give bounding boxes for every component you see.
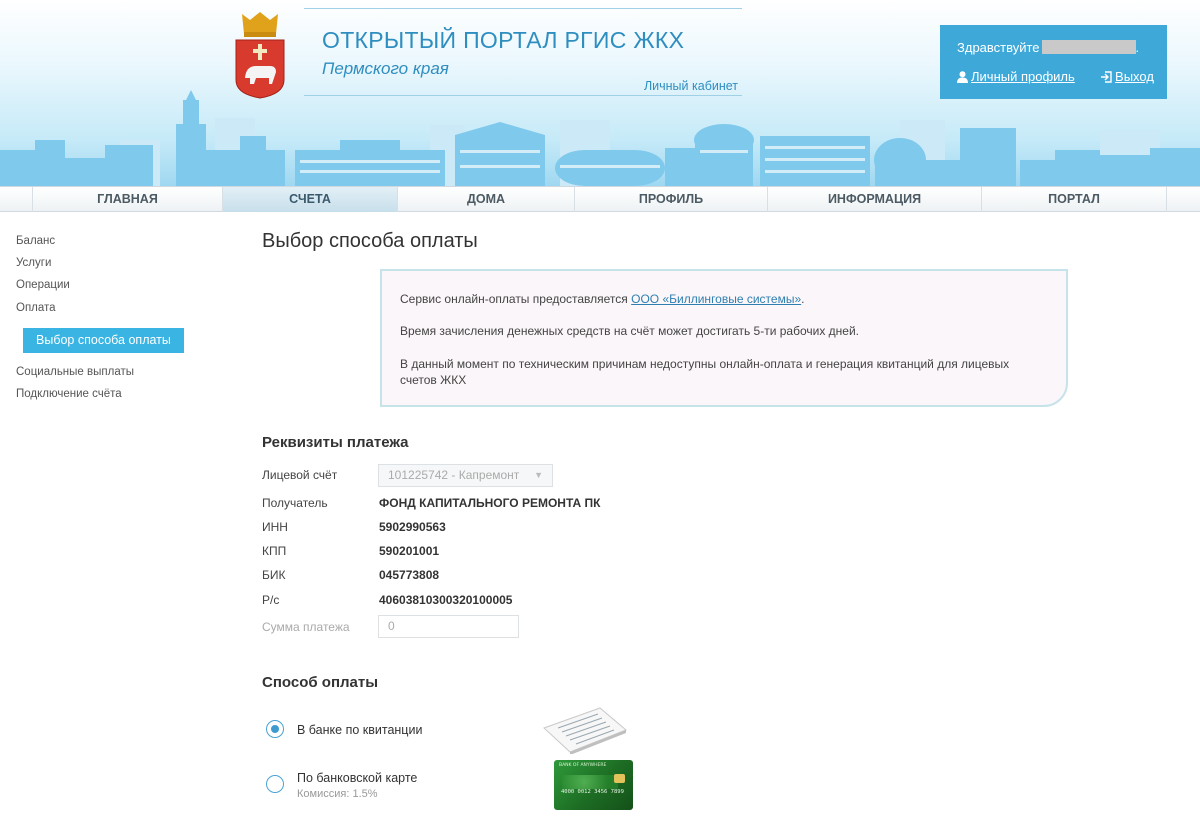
card-number: 4000 0012 3456 7899 — [561, 789, 624, 795]
payment-method-heading: Способ оплаты — [262, 674, 379, 691]
sidebar-item-services[interactable]: Услуги — [16, 257, 51, 269]
perm-coat-of-arms-logo — [235, 12, 285, 99]
rs-value: 40603810300320100005 — [379, 593, 513, 607]
recipient-label: Получатель — [262, 496, 328, 510]
account-select-value: 101225742 - Капремонт — [388, 468, 520, 482]
receipt-image — [543, 707, 627, 754]
amount-label: Сумма платежа — [262, 620, 350, 634]
nav-profile[interactable]: ПРОФИЛЬ — [574, 187, 767, 212]
notice-box: Сервис онлайн-оплаты предоставляется ООО… — [380, 269, 1068, 407]
kpp-label: КПП — [262, 544, 287, 558]
pay-by-receipt-label[interactable]: В банке по квитанции — [297, 723, 422, 737]
user-panel: Здравствуйте. Личный профиль Выход — [940, 25, 1167, 99]
nav-information[interactable]: ИНФОРМАЦИЯ — [767, 187, 981, 212]
rs-label: Р/с — [262, 593, 280, 607]
greeting-text: Здравствуйте — [957, 40, 1040, 55]
nav-home[interactable]: ГЛАВНАЯ — [32, 187, 222, 212]
main-navigation: ГЛАВНАЯ СЧЕТА ДОМА ПРОФИЛЬ ИНФОРМАЦИЯ ПО… — [0, 186, 1200, 212]
inn-value: 5902990563 — [379, 520, 446, 534]
kpp-value: 590201001 — [379, 544, 440, 558]
sidebar-item-payment-method[interactable]: Выбор способа оплаты — [23, 328, 184, 353]
notice-line-unavailable: В данный момент по техническим причинам … — [400, 357, 1010, 387]
user-icon — [957, 71, 968, 86]
card-map-graphic — [562, 775, 618, 789]
nav-accounts[interactable]: СЧЕТА — [222, 187, 397, 212]
logout-link[interactable]: Выход — [1115, 69, 1154, 84]
logout-icon — [1100, 71, 1112, 86]
portal-title: ОТКРЫТЫЙ ПОРТАЛ РГИС ЖКХ — [322, 27, 685, 53]
notice-text: Сервис онлайн-оплаты предоставляется — [400, 292, 632, 306]
sidebar-item-social-payments[interactable]: Социальные выплаты — [16, 366, 134, 378]
billing-systems-link[interactable]: ООО «Биллинговые системы» — [631, 292, 801, 306]
chevron-down-icon: ▼ — [534, 470, 543, 480]
payment-details-heading: Реквизиты платежа — [262, 434, 409, 451]
amount-input[interactable]: 0 — [378, 615, 519, 638]
account-select[interactable]: 101225742 - Капремонт ▼ — [378, 464, 553, 487]
card-chip-icon — [614, 774, 625, 783]
profile-link[interactable]: Личный профиль — [971, 69, 1075, 84]
portal-subtitle: Пермского края — [322, 59, 449, 78]
card-commission-text: Комиссия: 1.5% — [297, 788, 378, 800]
sidebar-item-connect-account[interactable]: Подключение счёта — [16, 388, 122, 400]
user-links: Личный профиль Выход — [957, 69, 1154, 86]
notice-line-provider: Сервис онлайн-оплаты предоставляется ООО… — [400, 291, 1040, 307]
radio-selected-dot — [271, 725, 279, 733]
personal-cabinet-link[interactable]: Личный кабинет — [644, 79, 738, 93]
nav-houses[interactable]: ДОМА — [397, 187, 574, 212]
sidebar-item-operations[interactable]: Операции — [16, 279, 70, 291]
pay-by-card-radio[interactable] — [266, 775, 284, 793]
sidebar-item-balance[interactable]: Баланс — [16, 235, 55, 247]
card-bank-name: BANK OF ANYWHERE — [559, 763, 607, 768]
recipient-value: ФОНД КАПИТАЛЬНОГО РЕМОНТА ПК — [379, 496, 601, 510]
inn-label: ИНН — [262, 520, 288, 534]
notice-line-timing: Время зачисления денежных средств на счё… — [400, 324, 860, 338]
greeting-suffix: . — [1135, 40, 1140, 55]
site-header: ОТКРЫТЫЙ ПОРТАЛ РГИС ЖКХ Пермского края … — [0, 0, 1200, 186]
pay-by-receipt-radio[interactable] — [266, 720, 284, 738]
portal-title-block: ОТКРЫТЫЙ ПОРТАЛ РГИС ЖКХ Пермского края … — [304, 8, 742, 96]
pay-by-card-label[interactable]: По банковской карте — [297, 771, 417, 785]
bik-label: БИК — [262, 568, 286, 582]
page-title: Выбор способа оплаты — [262, 230, 478, 252]
nav-portal[interactable]: ПОРТАЛ — [981, 187, 1167, 212]
sidebar-item-payment[interactable]: Оплата — [16, 302, 56, 314]
account-label: Лицевой счёт — [262, 468, 338, 482]
redacted-username — [1041, 40, 1136, 54]
bank-card-image: BANK OF ANYWHERE 4000 0012 3456 7899 — [554, 760, 633, 810]
bik-value: 045773808 — [379, 568, 440, 582]
notice-text-end: . — [801, 292, 805, 306]
greeting: Здравствуйте. — [957, 40, 1139, 55]
